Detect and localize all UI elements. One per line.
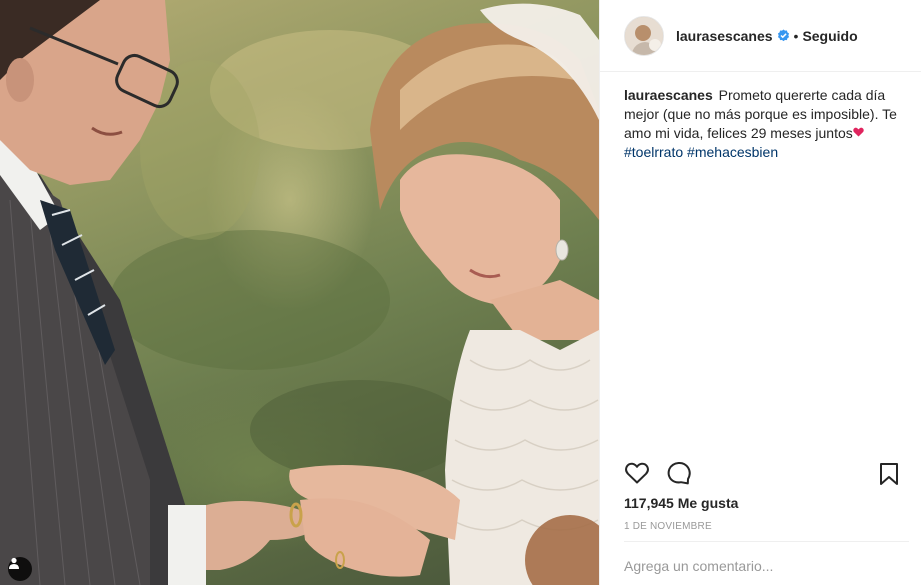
hashtag-link[interactable]: #mehacesbien: [687, 144, 778, 160]
post-sidebar: laurasescanes • Seguido lauraescanes Pro…: [599, 0, 921, 585]
tagged-users-button[interactable]: [8, 557, 32, 581]
divider: [624, 541, 909, 542]
comment-input[interactable]: [624, 552, 909, 580]
bookmark-icon[interactable]: [879, 462, 899, 486]
likes-count[interactable]: 117,945 Me gusta: [624, 495, 738, 511]
following-button[interactable]: Seguido: [802, 28, 857, 44]
avatar-image: [625, 16, 663, 55]
heart-outline-icon[interactable]: [624, 460, 650, 486]
username-link[interactable]: laurasescanes: [676, 28, 773, 44]
person-icon: [9, 557, 19, 569]
post-photo[interactable]: [0, 0, 599, 585]
verified-badge-icon: [777, 29, 789, 42]
wedding-photo-illustration: [0, 0, 599, 585]
hashtag-link[interactable]: #toelrrato: [624, 144, 683, 160]
avatar[interactable]: [624, 15, 664, 56]
speech-bubble-icon[interactable]: [666, 460, 692, 486]
post-date[interactable]: 1 DE NOVIEMBRE: [624, 521, 712, 532]
separator-dot: •: [793, 27, 799, 44]
post-header: laurasescanes • Seguido: [600, 0, 921, 72]
caption-username[interactable]: lauraescanes: [624, 87, 713, 103]
post-actions: [624, 460, 903, 490]
comment-form: [624, 552, 909, 580]
post-caption: lauraescanes Prometo quererte cada día m…: [600, 72, 921, 162]
red-heart-emoji-icon: [853, 127, 864, 137]
